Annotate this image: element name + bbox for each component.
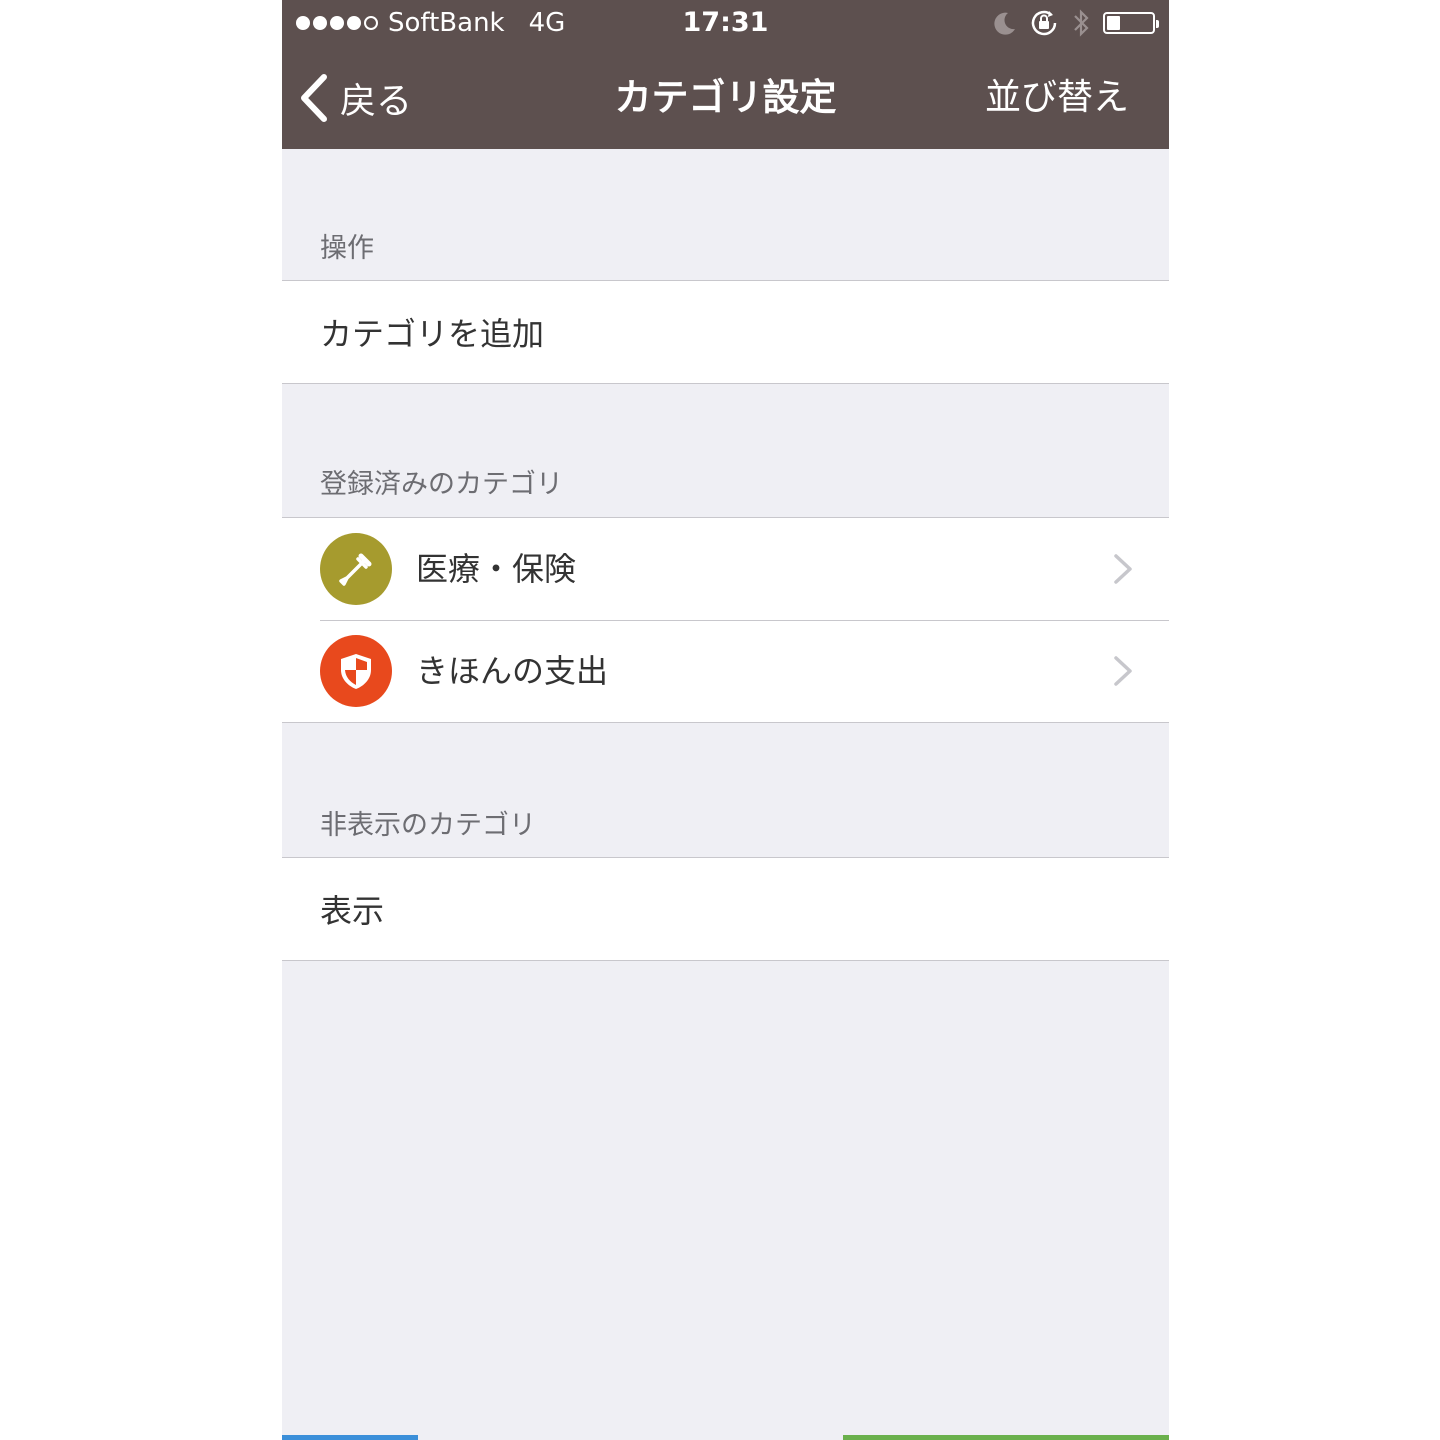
- phone-screen: SoftBank 4G 17:31 戻る カテゴリ設定 並び替え 操作 カテゴリ…: [282, 0, 1169, 1440]
- bluetooth-icon: [1074, 9, 1089, 37]
- moon-icon: [994, 12, 1015, 35]
- chevron-right-icon: [1114, 656, 1132, 686]
- show-hidden-label: 表示: [320, 892, 385, 930]
- chevron-right-icon: [1114, 554, 1132, 584]
- category-cell-medical[interactable]: 医療・保険: [282, 518, 1169, 620]
- show-hidden-cell[interactable]: 表示: [282, 858, 1169, 960]
- section-header-registered: 登録済みのカテゴリ: [320, 469, 563, 500]
- status-right-icons: [993, 6, 1159, 40]
- battery-fill: [1107, 16, 1121, 30]
- reorder-button[interactable]: 並び替え: [985, 66, 1129, 130]
- shield-icon: [320, 635, 392, 707]
- back-button-label: 戻る: [340, 81, 413, 122]
- chevron-left-icon: [301, 74, 327, 122]
- category-label: きほんの支出: [416, 652, 609, 690]
- section-header-hidden: 非表示のカテゴリ: [320, 810, 536, 841]
- dropper-icon: [320, 533, 392, 605]
- registered-categories-group: 医療・保険 きほんの支出: [282, 517, 1169, 723]
- add-category-cell[interactable]: カテゴリを追加: [282, 281, 1169, 383]
- back-button[interactable]: 戻る: [298, 66, 412, 130]
- hidden-categories-group: 表示: [282, 857, 1169, 961]
- category-label: 医療・保険: [416, 550, 577, 588]
- operations-group: カテゴリを追加: [282, 280, 1169, 384]
- add-category-label: カテゴリを追加: [320, 315, 545, 353]
- top-bar: SoftBank 4G 17:31 戻る カテゴリ設定 並び替え: [282, 0, 1169, 149]
- section-header-operations: 操作: [320, 233, 374, 264]
- battery-icon: [1103, 12, 1159, 34]
- rotation-lock-icon: [1031, 10, 1057, 36]
- bottom-accent-bar-left: [282, 1435, 418, 1440]
- category-cell-basic-expenses[interactable]: きほんの支出: [282, 620, 1169, 722]
- bottom-accent-bar-right: [843, 1435, 1169, 1440]
